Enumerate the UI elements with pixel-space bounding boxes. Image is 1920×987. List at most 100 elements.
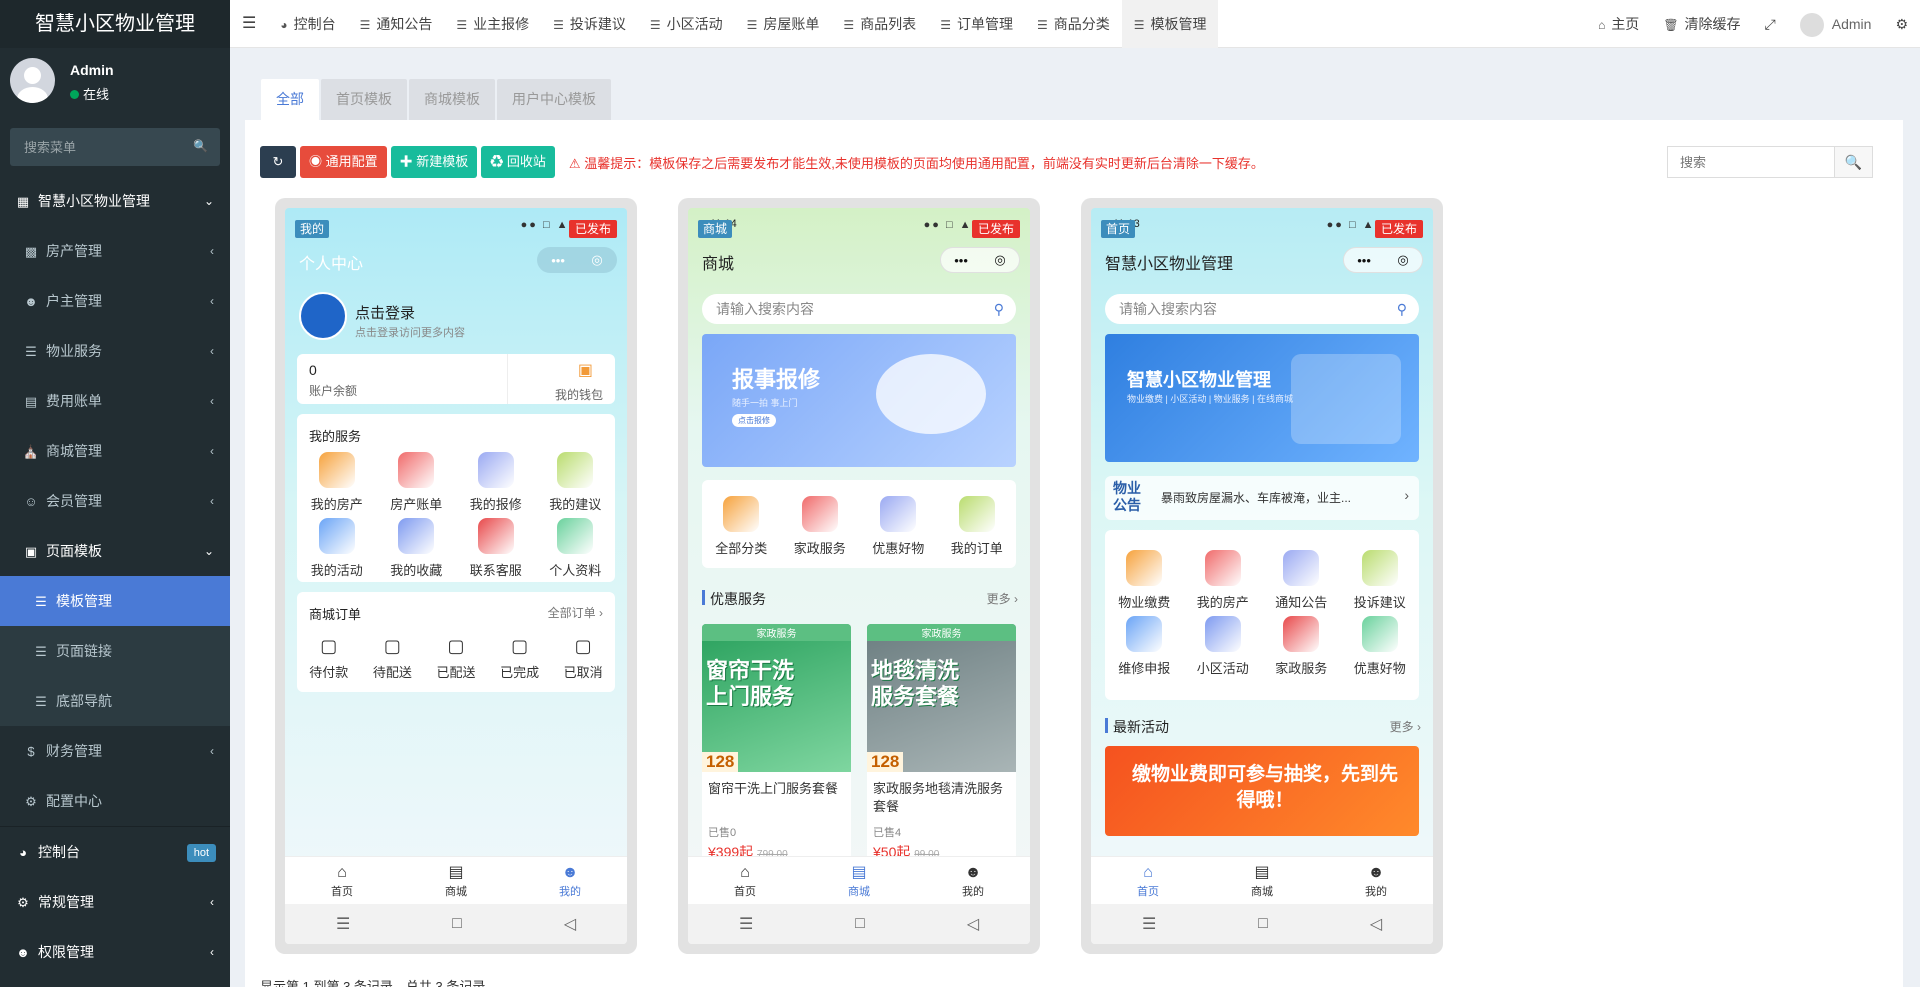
menu-icon[interactable]: ☰: [336, 914, 350, 934]
sidebar-item-service[interactable]: ☰ 物业服务 ‹: [0, 326, 230, 376]
tab-template[interactable]: ☰ 模板管理: [1121, 0, 1219, 48]
shop-search-input[interactable]: 请输入搜索内容 ⚲: [702, 294, 1016, 324]
sidebar-item-dashboard[interactable]: ◕ 控制台 hot: [0, 827, 230, 877]
back-icon[interactable]: ◁: [1370, 914, 1382, 934]
sidebar-item-config[interactable]: ⚙ 配置中心: [0, 776, 230, 826]
template-card-home[interactable]: 首页 11:13 已发布 ●● □ ▲ ▭ 智慧小区物业管理 •••◎ 请输入搜…: [1081, 198, 1443, 954]
login-link[interactable]: 点击登录: [355, 302, 415, 323]
app-logo[interactable]: 智慧小区物业管理: [0, 0, 230, 48]
grid-item[interactable]: 维修申报: [1105, 616, 1184, 682]
recycle-bin-button[interactable]: ♻ 回收站: [481, 146, 555, 178]
template-card-shop[interactable]: 商城 11:14 已发布 ●● □ ▲ ▭ 商城 •••◎ 请输入搜索内容⚲ 报…: [678, 198, 1040, 954]
sidebar-item-shop[interactable]: ⛪ 商城管理 ‹: [0, 426, 230, 476]
home-banner[interactable]: 智慧小区物业管理 物业缴费 | 小区活动 | 物业服务 | 在线商城: [1105, 334, 1419, 462]
order-status-item[interactable]: ▢ 待配送: [361, 636, 425, 681]
square-icon[interactable]: □: [1258, 915, 1268, 933]
grid-item[interactable]: 房产账单: [377, 452, 457, 518]
sidebar-item-member[interactable]: ☺ 会员管理 ‹: [0, 476, 230, 526]
sidebar-item-page-link[interactable]: ☰ 页面链接: [0, 626, 230, 676]
menu-icon[interactable]: ☰: [739, 914, 753, 934]
grid-item[interactable]: 联系客服: [456, 518, 536, 584]
activity-banner[interactable]: 缴物业费即可参与抽奖，先到先得哦！: [1105, 746, 1419, 836]
sidebar-item-template-manage[interactable]: ☰ 模板管理: [0, 576, 230, 626]
product-card[interactable]: 家政服务 窗帘干洗 上门服务 128 窗帘干洗上门服务套餐 已售0 ¥399起 …: [702, 624, 851, 866]
tab-category[interactable]: ☰ 商品分类: [1025, 0, 1122, 48]
order-status-item[interactable]: ▢ 待付款: [297, 636, 361, 681]
menu-search-input[interactable]: [10, 128, 220, 166]
tabbar-shop[interactable]: ▤ 商城: [399, 857, 513, 904]
tab-goods[interactable]: ☰ 商品列表: [831, 0, 928, 48]
tabbar-mine[interactable]: ☻ 我的: [916, 857, 1030, 904]
tab-orders[interactable]: ☰ 订单管理: [928, 0, 1025, 48]
grid-item[interactable]: 我的房产: [1184, 550, 1263, 616]
sidebar-item-property-system[interactable]: ▦ 智慧小区物业管理 ⌄: [0, 176, 230, 226]
grid-item[interactable]: 个人资料: [536, 518, 616, 584]
settings-icon[interactable]: ⚙: [1883, 0, 1920, 48]
grid-item[interactable]: 我的收藏: [377, 518, 457, 584]
more-link[interactable]: 更多 ›: [987, 590, 1018, 607]
grid-item[interactable]: 小区活动: [1184, 616, 1263, 682]
grid-item[interactable]: 全部分类: [702, 496, 781, 556]
grid-item[interactable]: 我的房产: [297, 452, 377, 518]
square-icon[interactable]: □: [452, 915, 462, 933]
tab-dashboard[interactable]: ◕ 控制台: [268, 0, 347, 48]
home-link[interactable]: ⌂ 主页: [1586, 0, 1651, 48]
tab-notice[interactable]: ☰ 通知公告: [348, 0, 445, 48]
grid-item[interactable]: 优惠好物: [1341, 616, 1420, 682]
notice-bar[interactable]: 物业公告 暴雨致房屋漏水、车库被淹，业主... ›: [1105, 476, 1419, 520]
tab-all[interactable]: 全部: [261, 79, 319, 120]
search-button[interactable]: 🔍: [1835, 146, 1873, 178]
tab-house-bill[interactable]: ☰ 房屋账单: [735, 0, 832, 48]
tabbar-home[interactable]: ⌂ 首页: [285, 857, 399, 904]
square-icon[interactable]: □: [855, 915, 865, 933]
sidebar-item-finance[interactable]: $ 财务管理 ‹: [0, 726, 230, 776]
tabbar-shop[interactable]: ▤ 商城: [802, 857, 916, 904]
order-status-item[interactable]: ▢ 已完成: [488, 636, 552, 681]
tabbar-shop[interactable]: ▤ 商城: [1205, 857, 1319, 904]
back-icon[interactable]: ◁: [967, 914, 979, 934]
admin-menu[interactable]: Admin: [1788, 0, 1884, 48]
search-input[interactable]: [1667, 146, 1835, 178]
template-card-mine[interactable]: 我的 已发布 ●● □ ▲ ▭ 个人中心 ••• ◎ 点击登录 点击登录访问更多内…: [275, 198, 637, 954]
wallet-link[interactable]: 我的钱包: [555, 386, 603, 403]
grid-item[interactable]: 通知公告: [1262, 550, 1341, 616]
search-icon[interactable]: 🔍: [193, 139, 208, 153]
fullscreen-icon[interactable]: ⤢: [1753, 0, 1788, 48]
refresh-button[interactable]: ↻: [260, 146, 296, 178]
sidebar-item-owner[interactable]: ☻ 户主管理 ‹: [0, 276, 230, 326]
tabbar-home[interactable]: ⌂ 首页: [688, 857, 802, 904]
grid-item[interactable]: 投诉建议: [1341, 550, 1420, 616]
grid-item[interactable]: 我的建议: [536, 452, 616, 518]
sidebar-item-house[interactable]: ▩ 房产管理 ‹: [0, 226, 230, 276]
sidebar-toggle-icon[interactable]: ☰: [230, 0, 268, 48]
home-search-input[interactable]: 请输入搜索内容 ⚲: [1105, 294, 1419, 324]
tabbar-home[interactable]: ⌂ 首页: [1091, 857, 1205, 904]
tab-home-template[interactable]: 首页模板: [321, 79, 407, 120]
sidebar-item-bill[interactable]: ▤ 费用账单 ‹: [0, 376, 230, 426]
sidebar-item-bottom-nav[interactable]: ☰ 底部导航: [0, 676, 230, 726]
tabbar-mine[interactable]: ☻ 我的: [513, 857, 627, 904]
grid-item[interactable]: 优惠好物: [859, 496, 938, 556]
tabbar-mine[interactable]: ☻ 我的: [1319, 857, 1433, 904]
clear-cache-button[interactable]: 🗑 清除缓存: [1651, 0, 1752, 48]
grid-item[interactable]: 我的活动: [297, 518, 377, 584]
tab-user-template[interactable]: 用户中心模板: [497, 79, 611, 120]
general-config-button[interactable]: ◉ 通用配置: [300, 146, 387, 178]
new-template-button[interactable]: ✚ 新建模板: [390, 146, 478, 178]
tab-repair[interactable]: ☰ 业主报修: [444, 0, 541, 48]
grid-item[interactable]: 家政服务: [1262, 616, 1341, 682]
product-card[interactable]: 家政服务 地毯清洗 服务套餐 128 家政服务地毯清洗服务套餐 已售4 ¥50起…: [867, 624, 1016, 866]
tab-shop-template[interactable]: 商城模板: [409, 79, 495, 120]
all-orders-link[interactable]: 全部订单 ›: [548, 604, 603, 621]
grid-item[interactable]: 我的订单: [938, 496, 1017, 556]
sidebar-item-permission[interactable]: ☻ 权限管理 ‹: [0, 927, 230, 977]
tab-complaint[interactable]: ☰ 投诉建议: [541, 0, 638, 48]
grid-item[interactable]: 家政服务: [781, 496, 860, 556]
order-status-item[interactable]: ▢ 已配送: [424, 636, 488, 681]
more-link[interactable]: 更多 ›: [1390, 718, 1421, 735]
order-status-item[interactable]: ▢ 已取消: [551, 636, 615, 681]
grid-item[interactable]: 物业缴费: [1105, 550, 1184, 616]
sidebar-item-general[interactable]: ⚙ 常规管理 ‹: [0, 877, 230, 927]
grid-item[interactable]: 我的报修: [456, 452, 536, 518]
menu-icon[interactable]: ☰: [1142, 914, 1156, 934]
